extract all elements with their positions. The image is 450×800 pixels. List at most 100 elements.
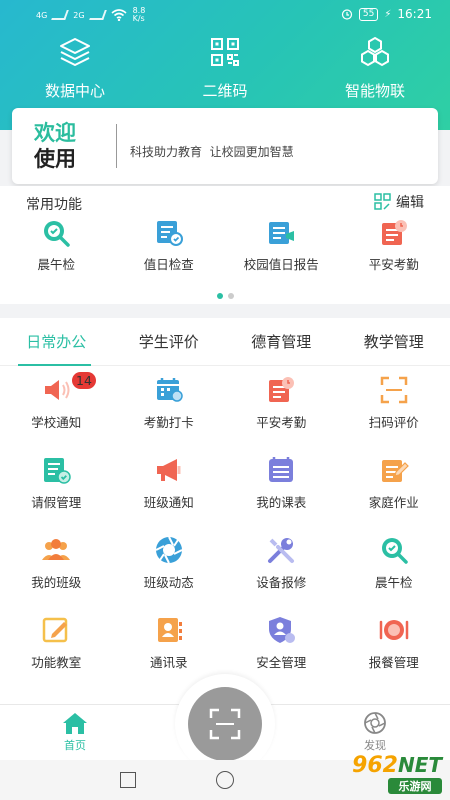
status-bar: 4G 2G 8.8 K/s 55 ⚡ 16:21 [0, 0, 450, 28]
shield-user-icon [269, 617, 296, 643]
timetable-icon [269, 457, 294, 482]
grid-item-label: 扫码评价 [368, 415, 419, 430]
duty-report-icon [269, 222, 295, 244]
grid-item-class-moments[interactable]: 班级动态 [113, 530, 226, 610]
tab-teaching-management[interactable]: 教学管理 [338, 328, 450, 365]
grid-item-attendance-clockin[interactable]: 考勤打卡 [113, 370, 226, 450]
qr-code-button[interactable]: 二维码 [160, 34, 290, 101]
camera-aperture-icon [155, 536, 183, 564]
nav-discover-label: 发现 [364, 739, 386, 752]
common-item-duty-check[interactable]: 值日检查 [113, 218, 226, 273]
common-functions-panel: 常用功能 编辑 晨午检 值日检查 校园值日报告 平安考勤 [0, 186, 450, 304]
attendance-clock-icon [381, 220, 407, 245]
megaphone-icon [156, 459, 181, 481]
calendar-icon [156, 378, 183, 402]
grid-row: 14 学校通知 考勤打卡 平安考勤 扫码评价 [0, 370, 450, 450]
iot-button[interactable]: 智能物联 [310, 34, 440, 101]
page-dot[interactable] [227, 293, 234, 299]
grid-item-safe-attendance[interactable]: 平安考勤 [225, 370, 338, 450]
grid-item-homework[interactable]: 家庭作业 [338, 450, 450, 530]
data-center-button[interactable]: 数据中心 [10, 34, 140, 101]
nav-discover[interactable]: 发现 [335, 711, 415, 753]
common-functions-title: 常用功能 [26, 197, 82, 213]
common-item-duty-report[interactable]: 校园值日报告 [225, 218, 338, 273]
welcome-card: 欢迎 使用 科技助力教育 让校园更加智慧 [12, 108, 438, 184]
clock: 16:21 [397, 7, 432, 21]
common-item-safe-attendance[interactable]: 平安考勤 [338, 218, 450, 273]
common-item-label: 平安考勤 [368, 257, 419, 272]
grid-item-label: 家庭作业 [368, 495, 419, 510]
unread-badge: 14 [72, 372, 96, 389]
signal-icon [51, 10, 70, 20]
network-speed: 8.8 K/s [132, 6, 146, 23]
welcome-title-line2: 使用 [34, 146, 76, 171]
home-circle-icon[interactable] [216, 771, 234, 789]
search-check-icon [381, 538, 408, 564]
iot-label: 智能物联 [344, 82, 405, 100]
scan-button[interactable] [188, 687, 262, 761]
aperture-discover-icon [364, 712, 386, 734]
function-panel: 日常办公 学生评价 德育管理 教学管理 14 学校通知 考勤打卡 平安考勤 扫码… [0, 318, 450, 708]
common-item-morning-check[interactable]: 晨午检 [0, 218, 113, 273]
grid-item-label: 晨午检 [374, 575, 413, 590]
page-indicator [0, 293, 450, 299]
home-icon [63, 713, 87, 734]
tab-daily-office[interactable]: 日常办公 [0, 328, 113, 366]
grid-item-function-classroom[interactable]: 功能教室 [0, 610, 113, 690]
welcome-title-line1: 欢迎 [34, 120, 76, 145]
tab-moral-education[interactable]: 德育管理 [225, 328, 338, 365]
signal-2-label: 2G [73, 10, 85, 20]
speaker-icon [45, 380, 70, 400]
grid-item-equipment-repair[interactable]: 设备报修 [225, 530, 338, 610]
duty-check-icon [156, 221, 183, 246]
edit-button[interactable]: 编辑 [374, 192, 424, 212]
grid-row: 我的班级 班级动态 设备报修 晨午检 [0, 530, 450, 610]
iot-hexagon-icon [361, 36, 389, 67]
grid-item-my-timetable[interactable]: 我的课表 [225, 450, 338, 530]
grid-row: 请假管理 班级通知 我的课表 家庭作业 [0, 450, 450, 530]
grid-item-class-notice[interactable]: 班级通知 [113, 450, 226, 530]
grid-item-meal-management[interactable]: 报餐管理 [338, 610, 450, 690]
category-tabs: 日常办公 学生评价 德育管理 教学管理 [0, 328, 450, 366]
nav-home[interactable]: 首页 [35, 711, 115, 753]
grid-item-my-class[interactable]: 我的班级 [0, 530, 113, 610]
grid-item-label: 学校通知 [31, 415, 82, 430]
layers-icon [60, 38, 90, 66]
grid-item-label: 设备报修 [256, 575, 307, 590]
tab-student-evaluation[interactable]: 学生评价 [113, 328, 226, 365]
grid-item-label: 我的班级 [31, 575, 82, 590]
grid-item-label: 考勤打卡 [143, 415, 194, 430]
top-shortcuts: 数据中心 二维码 智能物联 [0, 34, 450, 101]
scan-frame-icon [380, 376, 407, 404]
grid-item-school-notice[interactable]: 14 学校通知 [0, 370, 113, 450]
qr-code-label: 二维码 [202, 82, 248, 100]
system-navigation-bar: 962NET 乐游网 [0, 753, 450, 800]
common-item-label: 晨午检 [37, 257, 75, 272]
grid-item-morning-check[interactable]: 晨午检 [338, 530, 450, 610]
grid-item-label: 我的课表 [256, 495, 307, 510]
class-people-icon [42, 539, 71, 560]
alarm-icon [341, 9, 353, 20]
grid-item-label: 班级动态 [143, 575, 194, 590]
leave-doc-icon [44, 458, 71, 484]
common-item-label: 校园值日报告 [243, 257, 319, 272]
grid-item-leave-management[interactable]: 请假管理 [0, 450, 113, 530]
watermark-sub: 乐游网 [388, 778, 442, 794]
page-dot-active[interactable] [216, 293, 223, 299]
grid-item-label: 报餐管理 [368, 655, 419, 670]
contacts-icon [157, 618, 182, 642]
battery-level: 55 [358, 7, 379, 21]
nav-home-label: 首页 [64, 739, 86, 752]
common-functions-row: 晨午检 值日检查 校园值日报告 平安考勤 [0, 218, 450, 273]
grid-item-label: 班级通知 [143, 495, 194, 510]
recent-apps-icon[interactable] [120, 772, 136, 788]
grid-item-scan-evaluate[interactable]: 扫码评价 [338, 370, 450, 450]
grid-item-label: 功能教室 [31, 655, 82, 670]
scan-icon [209, 708, 241, 740]
grid-item-label: 通讯录 [149, 655, 188, 670]
welcome-slogan: 科技助力教育 让校园更加智慧 [130, 145, 294, 159]
watermark-logo: 962NET 乐游网 [352, 753, 442, 794]
function-grid: 14 学校通知 考勤打卡 平安考勤 扫码评价 请假管理 班级通知 我的课表 家庭… [0, 370, 450, 690]
welcome-title: 欢迎 使用 [34, 120, 76, 172]
grid-edit-icon [374, 193, 391, 210]
